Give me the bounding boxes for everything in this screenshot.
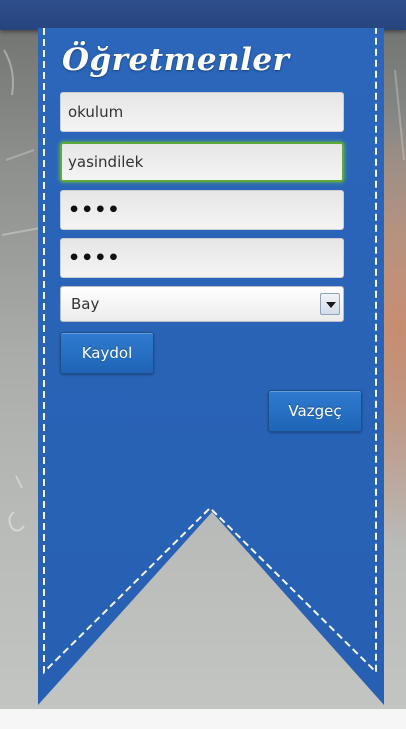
cancel-button[interactable]: Vazgeç <box>268 390 362 432</box>
page-title: Öğretmenler <box>62 42 290 78</box>
school-input[interactable] <box>60 92 344 132</box>
register-button[interactable]: Kaydol <box>60 332 154 374</box>
username-input[interactable] <box>60 142 344 182</box>
password-input[interactable]: •••• <box>60 190 344 230</box>
gender-select[interactable]: Bay <box>60 286 344 322</box>
password-confirm-input[interactable]: •••• <box>60 238 344 278</box>
chevron-down-icon[interactable] <box>320 293 340 315</box>
gender-select-value: Bay <box>71 295 100 313</box>
